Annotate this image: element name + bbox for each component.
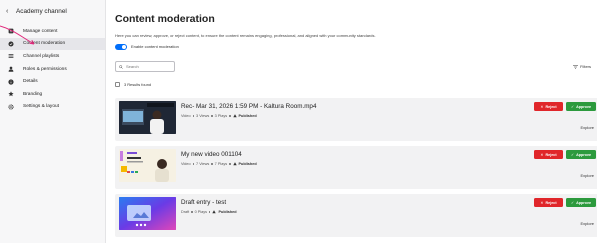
sidebar-item-label: Roles & permissions — [23, 66, 67, 72]
sidebar-item-branding[interactable]: Branding — [0, 88, 105, 101]
reject-label: Reject — [545, 104, 557, 109]
reject-button[interactable]: ✕ Reject — [534, 198, 563, 207]
reject-label: Reject — [545, 152, 557, 157]
select-all-checkbox[interactable] — [115, 82, 120, 87]
page-description: Here you can review, approve, or reject … — [115, 33, 376, 38]
entry-type: Video — [181, 114, 191, 118]
filters-button[interactable]: Filters — [573, 64, 591, 69]
separator-dot — [229, 115, 231, 117]
results-count: 3 Results found — [124, 82, 152, 87]
info-icon — [6, 77, 16, 87]
approve-label: Approve — [576, 104, 592, 109]
entry-title[interactable]: Draft entry - test — [181, 199, 226, 206]
approve-button[interactable]: ✓ Approve — [566, 198, 596, 207]
approve-label: Approve — [576, 152, 592, 157]
approve-button[interactable]: ✓ Approve — [566, 102, 596, 111]
moderation-toggle[interactable] — [115, 44, 127, 50]
video-thumbnail-image — [119, 149, 176, 182]
entry-type: Video — [181, 162, 191, 166]
entry-thumbnail[interactable] — [119, 197, 176, 230]
entry-meta: Video 7 Views 7 Plays Published — [181, 162, 257, 166]
list-icon — [6, 51, 16, 61]
published-icon — [232, 162, 237, 166]
sidebar-item-roles-permissions[interactable]: Roles & permissions — [0, 63, 105, 76]
entry-meta: Video 3 Views 3 Plays Published — [181, 114, 257, 118]
published-icon — [212, 210, 217, 214]
person-icon — [6, 64, 16, 74]
entry-plays: 0 Plays — [194, 210, 208, 214]
sidebar-item-label: Settings & layout — [23, 104, 59, 110]
separator-dot — [211, 115, 213, 117]
sidebar-item-label: Content moderation — [23, 41, 66, 47]
check-icon: ✓ — [570, 104, 575, 109]
video-thumbnail-image — [119, 197, 176, 230]
entry-views: 3 Views — [196, 114, 210, 118]
entry-status: Published — [218, 210, 237, 214]
entry-title[interactable]: Rec- Mar 31, 2026 1:59 PM - Kaltura Room… — [181, 103, 316, 110]
page-title: Content moderation — [115, 13, 215, 25]
sidebar-item-content-moderation[interactable]: Content moderation — [0, 37, 105, 51]
check-icon: ✓ — [570, 200, 575, 205]
shield-check-icon — [6, 39, 16, 49]
separator-dot — [211, 163, 213, 165]
close-icon: ✕ — [540, 152, 544, 157]
sidebar-item-label: Channel playlists — [23, 53, 60, 59]
entry-plays: 3 Plays — [214, 114, 228, 118]
toggle-label: Enable content moderation — [131, 44, 179, 50]
search-input[interactable]: Search — [115, 61, 175, 72]
explore-link[interactable]: Explore — [580, 125, 594, 130]
sidebar-item-settings-layout[interactable]: Settings & layout — [0, 101, 105, 114]
check-icon: ✓ — [570, 152, 575, 157]
explore-link[interactable]: Explore — [580, 221, 594, 226]
back-to-channel[interactable]: ‹ Academy channel — [0, 0, 105, 22]
entry-title[interactable]: My new video 001104 — [181, 151, 242, 158]
close-icon: ✕ — [540, 104, 544, 109]
entry-thumbnail[interactable] — [119, 101, 176, 134]
approve-button[interactable]: ✓ Approve — [566, 150, 596, 159]
video-thumbnail-image — [119, 101, 176, 134]
published-icon — [232, 114, 237, 118]
separator-dot — [209, 211, 211, 213]
entry-meta: Draft 0 Plays Published — [181, 210, 237, 214]
separator-dot — [191, 211, 193, 213]
separator-dot — [192, 115, 195, 117]
sidebar-item-channel-playlists[interactable]: Channel playlists — [0, 50, 105, 63]
entry-card: Draft entry - test Draft 0 Plays Publish… — [115, 194, 597, 237]
separator-dot — [192, 163, 195, 165]
chevron-left-icon: ‹ — [6, 7, 9, 15]
search-icon — [119, 64, 123, 69]
sidebar-item-manage-content[interactable]: Manage content — [0, 25, 105, 38]
search-placeholder: Search — [126, 64, 139, 69]
sidebar-item-label: Details — [23, 79, 38, 85]
main-content: Content moderation Here you can review, … — [106, 0, 597, 243]
close-icon: ✕ — [540, 200, 544, 205]
results-row: 3 Results found — [115, 82, 151, 87]
entry-status: Published — [238, 114, 257, 118]
explore-link[interactable]: Explore — [580, 173, 594, 178]
entry-card: Rec- Mar 31, 2026 1:59 PM - Kaltura Room… — [115, 98, 597, 141]
reject-label: Reject — [545, 200, 557, 205]
reject-button[interactable]: ✕ Reject — [534, 102, 563, 111]
sidebar: ‹ Academy channel Manage content Content… — [0, 0, 106, 243]
filter-icon — [573, 64, 579, 69]
entry-views: 7 Views — [196, 162, 210, 166]
entry-thumbnail[interactable] — [119, 149, 176, 182]
entry-status: Published — [238, 162, 257, 166]
sidebar-item-label: Manage content — [23, 28, 58, 34]
channel-name: Academy channel — [16, 7, 67, 15]
filters-label: Filters — [580, 64, 591, 69]
separator-dot — [229, 163, 231, 165]
entry-plays: 7 Plays — [214, 162, 228, 166]
gear-icon — [6, 102, 16, 112]
approve-label: Approve — [576, 200, 592, 205]
reject-button[interactable]: ✕ Reject — [534, 150, 563, 159]
entry-card: My new video 001104 Video 7 Views 7 Play… — [115, 146, 597, 189]
upload-icon — [6, 26, 16, 36]
sidebar-item-details[interactable]: Details — [0, 75, 105, 88]
entry-type: Draft — [181, 210, 190, 214]
moderation-toggle-row: Enable content moderation — [115, 44, 179, 50]
sidebar-item-label: Branding — [23, 91, 43, 97]
star-icon — [6, 89, 16, 99]
